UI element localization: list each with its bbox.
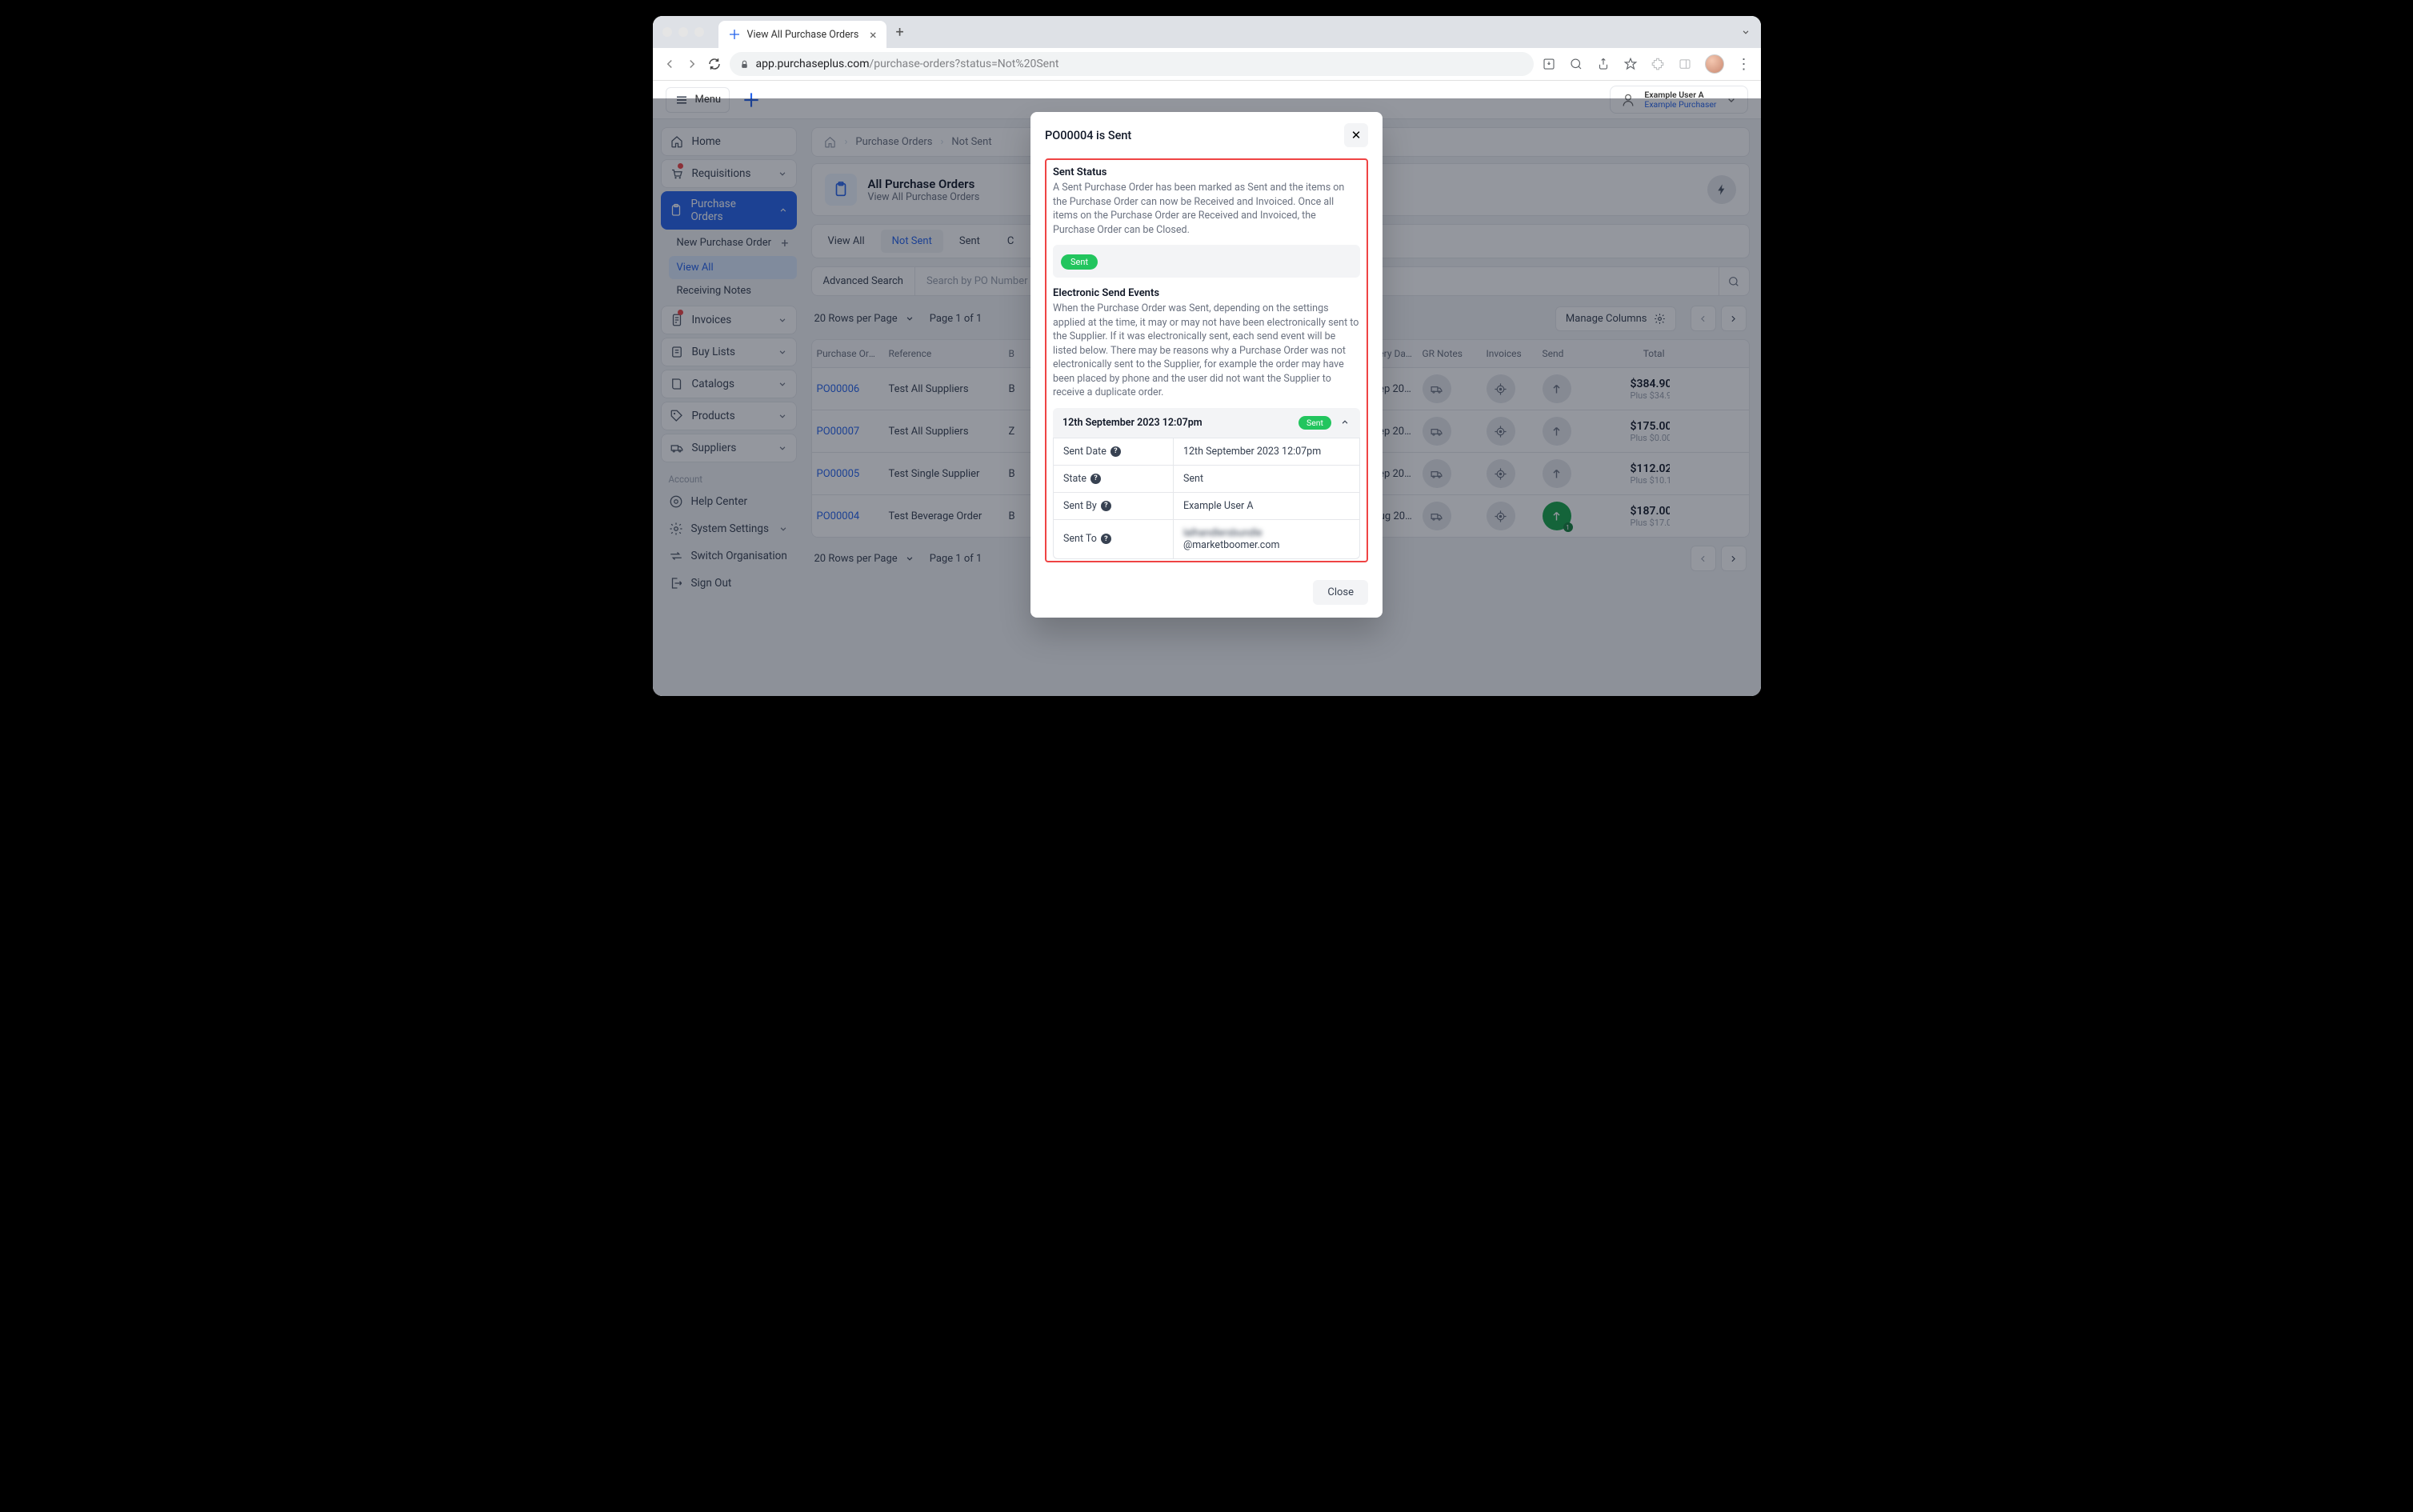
event-details-table: Sent Date? 12th September 2023 12:07pm S… xyxy=(1053,438,1360,559)
modal-close-button[interactable]: ✕ xyxy=(1344,123,1368,147)
detail-value: 12th September 2023 12:07pm xyxy=(1174,438,1359,465)
nav-forward-icon[interactable] xyxy=(685,57,699,71)
close-window-icon[interactable] xyxy=(662,27,672,37)
address-bar[interactable]: app.purchaseplus.com/purchase-orders?sta… xyxy=(730,52,1534,76)
table-row: Sent By? Example User A xyxy=(1054,492,1359,519)
close-tab-icon[interactable]: × xyxy=(870,27,877,42)
window-controls[interactable] xyxy=(662,27,704,37)
minimize-window-icon[interactable] xyxy=(678,27,688,37)
events-title: Electronic Send Events xyxy=(1053,287,1360,299)
sent-status-title: Sent Status xyxy=(1053,166,1360,178)
browser-tab[interactable]: View All Purchase Orders × xyxy=(718,21,886,48)
sent-status-desc: A Sent Purchase Order has been marked as… xyxy=(1053,181,1360,237)
help-icon[interactable]: ? xyxy=(1110,446,1121,457)
events-desc: When the Purchase Order was Sent, depend… xyxy=(1053,302,1360,400)
modal-overlay[interactable]: PO00004 is Sent ✕ Sent Status A Sent Pur… xyxy=(653,98,1761,696)
lock-icon xyxy=(739,59,750,70)
detail-key: Sent To? xyxy=(1054,520,1174,558)
url-domain: app.purchaseplus.com xyxy=(756,58,870,70)
help-icon[interactable]: ? xyxy=(1090,474,1101,484)
tabs-dropdown-icon[interactable] xyxy=(1740,26,1751,38)
sent-status-modal: PO00004 is Sent ✕ Sent Status A Sent Pur… xyxy=(1030,112,1383,618)
share-icon[interactable] xyxy=(1596,57,1611,71)
install-app-icon[interactable] xyxy=(1542,57,1556,71)
zoom-icon[interactable] xyxy=(1569,57,1583,71)
help-icon[interactable]: ? xyxy=(1101,534,1111,544)
maximize-window-icon[interactable] xyxy=(694,27,704,37)
event-accordion-header[interactable]: 12th September 2023 12:07pm Sent xyxy=(1053,408,1360,438)
nav-back-icon[interactable] xyxy=(662,57,677,71)
table-row: State? Sent xyxy=(1054,465,1359,492)
browser-menu-icon[interactable]: ⋮ xyxy=(1737,56,1751,73)
status-badge-row: Sent xyxy=(1053,245,1360,278)
app-favicon xyxy=(728,28,741,41)
sidepanel-icon[interactable] xyxy=(1678,57,1692,71)
detail-key: State? xyxy=(1054,466,1174,492)
help-icon[interactable]: ? xyxy=(1101,501,1111,511)
tab-title: View All Purchase Orders xyxy=(747,29,863,41)
profile-avatar[interactable] xyxy=(1705,54,1724,74)
highlighted-region: Sent Status A Sent Purchase Order has be… xyxy=(1045,158,1368,562)
browser-chrome: View All Purchase Orders × + app.purchas… xyxy=(653,16,1761,81)
reload-icon[interactable] xyxy=(707,57,722,71)
bookmark-star-icon[interactable] xyxy=(1623,57,1638,71)
detail-key: Sent By? xyxy=(1054,493,1174,519)
table-row: Sent Date? 12th September 2023 12:07pm xyxy=(1054,438,1359,465)
detail-value: Sent xyxy=(1174,466,1359,492)
url-path: /purchase-orders?status=Not%20Sent xyxy=(870,58,1059,70)
detail-key: Sent Date? xyxy=(1054,438,1174,465)
modal-title: PO00004 is Sent xyxy=(1045,129,1131,142)
detail-value: lalhandlersbundle@marketboomer.com xyxy=(1174,520,1359,558)
event-timestamp: 12th September 2023 12:07pm xyxy=(1062,417,1291,429)
table-row: Sent To? lalhandlersbundle@marketboomer.… xyxy=(1054,519,1359,558)
detail-value: Example User A xyxy=(1174,493,1359,519)
close-button[interactable]: Close xyxy=(1313,580,1368,605)
event-badge: Sent xyxy=(1299,416,1331,430)
sent-badge: Sent xyxy=(1061,254,1098,270)
chevron-up-icon xyxy=(1339,417,1351,428)
new-tab-button[interactable]: + xyxy=(896,24,904,41)
extensions-icon[interactable] xyxy=(1651,57,1665,71)
